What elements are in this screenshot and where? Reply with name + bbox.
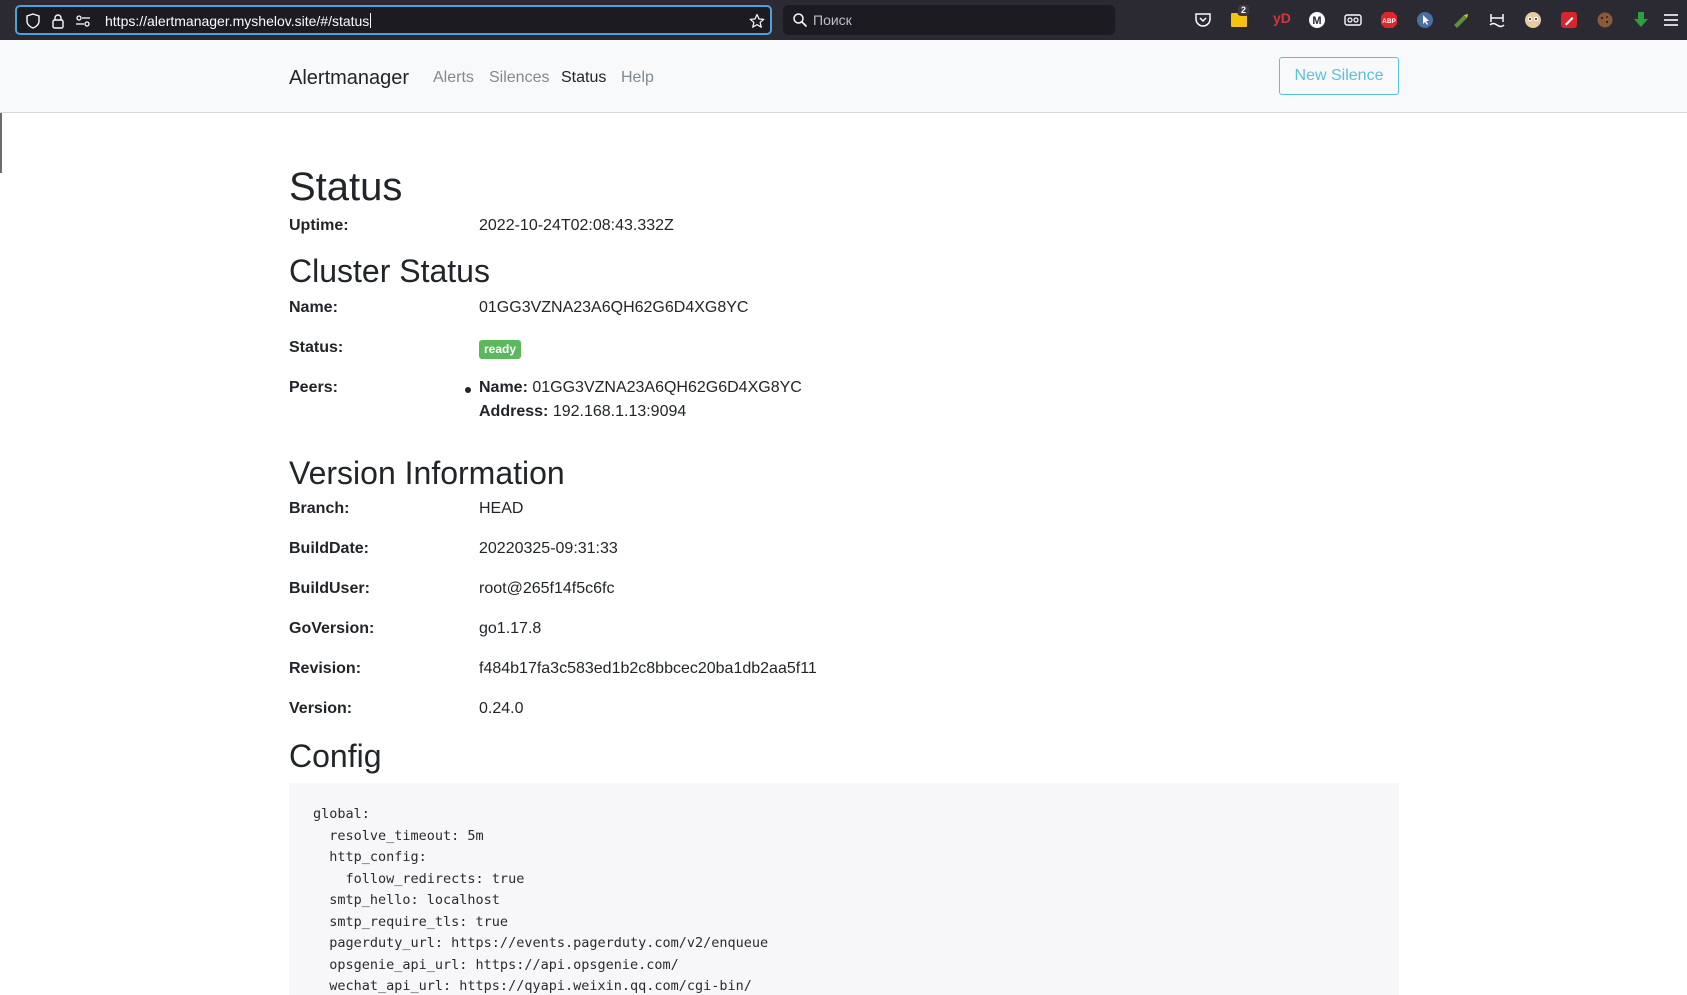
nav-link-help[interactable]: Help — [621, 69, 654, 87]
revision-label: Revision: — [289, 660, 362, 677]
menu-icon[interactable] — [1661, 10, 1681, 30]
svg-text:M: M — [1312, 15, 1321, 27]
glasses-icon[interactable] — [1343, 10, 1363, 30]
yandex-icon[interactable]: yD — [1273, 10, 1291, 26]
peer-bullet — [465, 387, 471, 393]
nav-link-alerts[interactable]: Alerts — [433, 69, 474, 87]
config-heading: Config — [289, 738, 382, 774]
version-label: Version: — [289, 700, 353, 717]
revision-value: f484b17fa3c583ed1b2c8bbcec20ba1db2aa5f11 — [479, 660, 817, 677]
download-icon[interactable] — [1631, 10, 1651, 30]
build-user-label: BuildUser: — [289, 580, 370, 597]
config-text: global: resolve_timeout: 5m http_config:… — [313, 806, 769, 994]
build-date-value: 20220325-09:31:33 — [479, 540, 618, 557]
eyes-icon[interactable] — [1523, 10, 1543, 30]
url-text[interactable]: https://alertmanager.myshelov.site/#/sta… — [105, 13, 372, 29]
go-version-label: GoVersion: — [289, 620, 375, 637]
search-placeholder: Поиск — [813, 12, 852, 28]
pocket-icon[interactable] — [1193, 10, 1213, 30]
version-info-heading: Version Information — [289, 455, 565, 491]
build-user-value: root@265f14f5c6fc — [479, 580, 615, 597]
new-silence-button[interactable]: New Silence — [1279, 57, 1399, 95]
shield-icon[interactable] — [25, 13, 41, 29]
peer-name: Name: 01GG3VZNA23A6QH62G6D4XG8YC — [479, 379, 802, 396]
extension-badge: 2 — [1238, 5, 1250, 16]
search-bar[interactable]: Поиск — [783, 5, 1115, 35]
bookmark-star-icon[interactable] — [749, 13, 765, 29]
go-version-value: go1.17.8 — [479, 620, 542, 637]
config-block: global: resolve_timeout: 5m http_config:… — [289, 783, 1399, 995]
peer-address: Address: 192.168.1.13:9094 — [479, 403, 687, 420]
lock-icon[interactable] — [50, 13, 66, 29]
branch-label: Branch: — [289, 500, 350, 517]
cluster-status-label: Status: — [289, 339, 344, 356]
status-badge: ready — [479, 340, 522, 359]
navbar: Alertmanager Alerts Silences Status Help… — [0, 40, 1687, 113]
pencil-icon[interactable] — [1451, 10, 1471, 30]
brand-logo[interactable]: Alertmanager — [289, 67, 409, 90]
cursor-icon[interactable] — [1415, 10, 1435, 30]
cookie-icon[interactable] — [1595, 10, 1615, 30]
version-value: 0.24.0 — [479, 700, 524, 717]
cluster-name-value: 01GG3VZNA23A6QH62G6D4XG8YC — [479, 299, 749, 316]
uptime-label: Uptime: — [289, 217, 349, 234]
peers-label: Peers: — [289, 379, 338, 396]
water-icon[interactable] — [1487, 10, 1507, 30]
nav-link-status[interactable]: Status — [561, 69, 606, 87]
cluster-status-heading: Cluster Status — [289, 253, 490, 289]
pen-icon[interactable] — [1559, 10, 1579, 30]
url-bar[interactable]: https://alertmanager.myshelov.site/#/sta… — [15, 5, 772, 35]
browser-toolbar: https://alertmanager.myshelov.site/#/sta… — [0, 0, 1687, 40]
permissions-icon[interactable] — [75, 13, 91, 29]
cluster-name-label: Name: — [289, 299, 338, 316]
build-date-label: BuildDate: — [289, 540, 369, 557]
adblock-icon[interactable]: ABP — [1379, 10, 1399, 30]
medium-icon[interactable]: M — [1307, 10, 1327, 30]
nav-link-silences[interactable]: Silences — [489, 69, 549, 87]
branch-value: HEAD — [479, 500, 524, 517]
uptime-value: 2022-10-24T02:08:43.332Z — [479, 217, 674, 234]
page-title: Status — [289, 165, 403, 209]
svg-text:ABP: ABP — [1382, 18, 1396, 25]
search-icon — [792, 12, 808, 28]
window-edge — [0, 113, 2, 173]
